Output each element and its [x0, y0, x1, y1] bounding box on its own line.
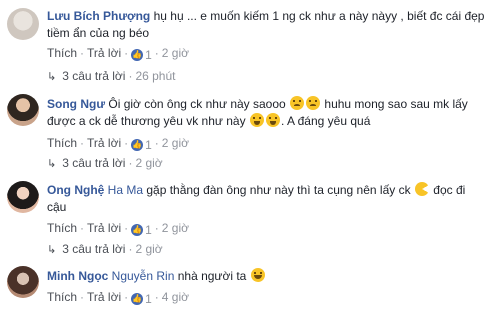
comment-actions: Thích · Trả lời · 👍 1 · 2 giờ [47, 46, 190, 63]
comment-body: Minh Ngọc Nguyễn Rin nhà người ta [47, 268, 487, 285]
like-count[interactable]: 👍 1 [131, 222, 152, 238]
reply-link[interactable]: Trả lời [87, 46, 121, 60]
reply-arrow-icon: ↳ [47, 71, 57, 83]
mention-link[interactable]: Nguyễn Rin [112, 269, 175, 283]
comment-text: gặp thằng đàn ông như này thì ta cụng nê… [146, 183, 411, 197]
like-link[interactable]: Thích [47, 46, 77, 60]
like-thumb-icon: 👍 [131, 293, 144, 305]
avatar[interactable] [7, 8, 39, 40]
comment-body: Ong Nghệ Ha Ma gặp thằng đàn ông như này… [47, 182, 487, 216]
comment-time[interactable]: 4 giờ [162, 290, 189, 304]
tongue-face-icon [265, 113, 280, 127]
avatar[interactable] [7, 266, 39, 298]
reply-arrow-icon: ↳ [47, 244, 57, 256]
comment-body: Song Ngư Ôi giờ còn ông ck như này saooo… [47, 96, 487, 130]
like-thumb-icon: 👍 [131, 49, 144, 61]
squinting-face-icon [290, 96, 305, 110]
like-link[interactable]: Thích [47, 221, 77, 235]
comment-time[interactable]: 2 giờ [162, 221, 189, 235]
squinting-face-icon [306, 96, 321, 110]
avatar[interactable] [7, 181, 39, 213]
pacman-icon [414, 182, 429, 196]
mention-link[interactable]: Ha Ma [108, 183, 143, 197]
comment-time[interactable]: 2 giờ [162, 136, 189, 150]
replies-link[interactable]: ↳ 3 câu trả lời · 26 phút [47, 68, 176, 84]
comment-body: Lưu Bích Phượng hụ hụ ... e muốn kiếm 1 … [47, 8, 487, 42]
comment-text: Ôi giờ còn ông ck như này saooo [108, 97, 286, 111]
like-count[interactable]: 👍 1 [131, 137, 152, 153]
reply-link[interactable]: Trả lời [87, 290, 121, 304]
like-link[interactable]: Thích [47, 290, 77, 304]
like-link[interactable]: Thích [47, 136, 77, 150]
comment-author[interactable]: Song Ngư [47, 97, 105, 111]
comment-author[interactable]: Minh Ngọc [47, 269, 108, 283]
replies-link[interactable]: ↳ 3 câu trả lời · 2 giờ [47, 241, 163, 257]
like-thumb-icon: 👍 [131, 224, 144, 236]
comment-author[interactable]: Ong Nghệ [47, 183, 104, 197]
avatar[interactable] [7, 94, 39, 126]
comment-actions: Thích · Trả lời · 👍 1 · 2 giờ [47, 136, 190, 153]
like-thumb-icon: 👍 [131, 139, 144, 151]
tongue-face-icon [249, 113, 264, 127]
reply-link[interactable]: Trả lời [87, 136, 121, 150]
laughing-face-icon [250, 268, 265, 282]
reply-link[interactable]: Trả lời [87, 221, 121, 235]
comment-text: nhà người ta [177, 269, 247, 283]
comment-author[interactable]: Lưu Bích Phượng [47, 9, 150, 23]
comment-text: . A đáng yêu quá [280, 114, 371, 128]
reply-arrow-icon: ↳ [47, 158, 57, 170]
comment-actions: Thích · Trả lời · 👍 1 · 4 giờ [47, 290, 190, 307]
like-count[interactable]: 👍 1 [131, 47, 152, 63]
comment-time[interactable]: 2 giờ [162, 46, 189, 60]
like-count[interactable]: 👍 1 [131, 291, 152, 307]
replies-link[interactable]: ↳ 3 câu trả lời · 2 giờ [47, 155, 163, 171]
comment-actions: Thích · Trả lời · 👍 1 · 2 giờ [47, 221, 190, 238]
